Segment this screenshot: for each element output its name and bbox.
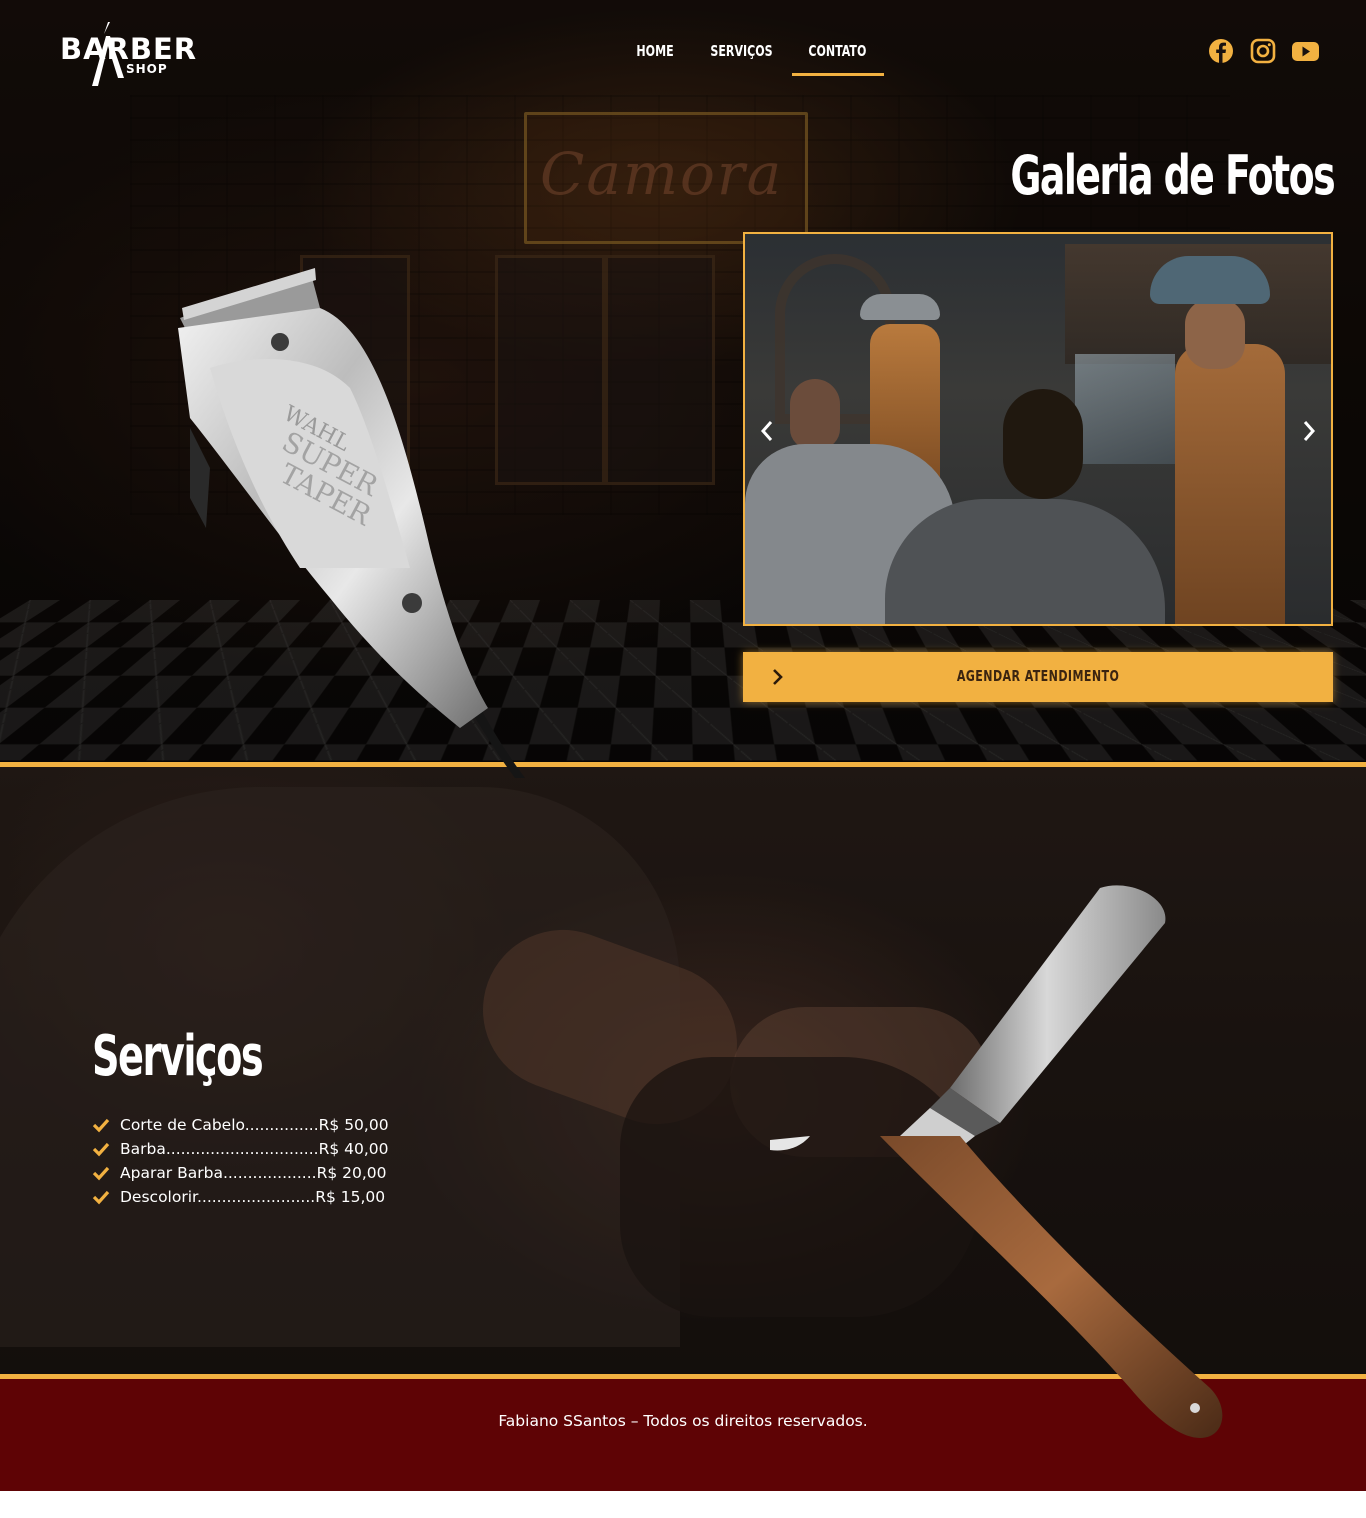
gallery-photo-element xyxy=(860,294,940,320)
schedule-button-label: AGENDAR ATENDIMENTO xyxy=(743,667,1333,685)
nav-link-home[interactable]: HOME xyxy=(620,38,681,74)
check-icon xyxy=(92,1165,110,1181)
check-icon xyxy=(92,1141,110,1157)
service-item: Aparar Barba...................R$ 20,00 xyxy=(92,1161,389,1185)
chevron-left-icon[interactable] xyxy=(757,418,777,444)
hair-clipper-image: WAHL SUPER TAPER xyxy=(170,268,540,778)
service-item: Corte de Cabelo...............R$ 50,00 xyxy=(92,1113,389,1137)
barber-shop-logo[interactable]: BARBER SHOP xyxy=(60,20,200,90)
gallery-photo-element xyxy=(885,499,1165,626)
gallery-title: Galeria de Fotos xyxy=(1010,144,1334,207)
service-item-text: Aparar Barba...................R$ 20,00 xyxy=(120,1164,387,1182)
youtube-icon[interactable] xyxy=(1290,36,1320,66)
nav-link-servicos[interactable]: SERVIÇOS xyxy=(694,38,774,74)
nav-link-contato[interactable]: CONTATO xyxy=(792,38,867,74)
logo-text: BARBER xyxy=(60,32,197,66)
service-item-text: Corte de Cabelo...............R$ 50,00 xyxy=(120,1116,389,1134)
instagram-icon[interactable] xyxy=(1248,36,1278,66)
check-icon xyxy=(92,1189,110,1205)
service-item-text: Descolorir........................R$ 15,… xyxy=(120,1188,385,1206)
social-links xyxy=(1206,36,1320,66)
services-title: Serviços xyxy=(92,1024,262,1089)
facebook-icon[interactable] xyxy=(1206,36,1236,66)
nav-item-contato[interactable]: CONTATO xyxy=(792,38,884,76)
services-price-list: Corte de Cabelo...............R$ 50,00 B… xyxy=(92,1113,389,1209)
gallery-photo-element xyxy=(1175,344,1285,626)
check-icon xyxy=(92,1117,110,1133)
gallery-photo-element xyxy=(1003,389,1083,499)
gallery-photo-element xyxy=(790,379,840,449)
gallery-photo-element xyxy=(1150,256,1270,304)
gallery-photo-element xyxy=(1185,299,1245,369)
service-item: Descolorir........................R$ 15,… xyxy=(92,1185,389,1209)
schedule-appointment-button[interactable]: AGENDAR ATENDIMENTO xyxy=(743,652,1333,702)
straight-razor-image xyxy=(760,878,1240,1448)
logo-subtext: SHOP xyxy=(126,62,168,76)
nav-item-home[interactable]: HOME xyxy=(620,38,694,76)
service-item: Barba...............................R$ 4… xyxy=(92,1137,389,1161)
service-item-text: Barba...............................R$ 4… xyxy=(120,1140,389,1158)
gallery-photo-element xyxy=(1075,354,1175,464)
main-nav: HOME SERVIÇOS CONTATO xyxy=(620,38,884,76)
photo-gallery-carousel[interactable] xyxy=(743,232,1333,626)
chevron-right-icon[interactable] xyxy=(1299,418,1319,444)
nav-item-servicos[interactable]: SERVIÇOS xyxy=(694,38,792,76)
